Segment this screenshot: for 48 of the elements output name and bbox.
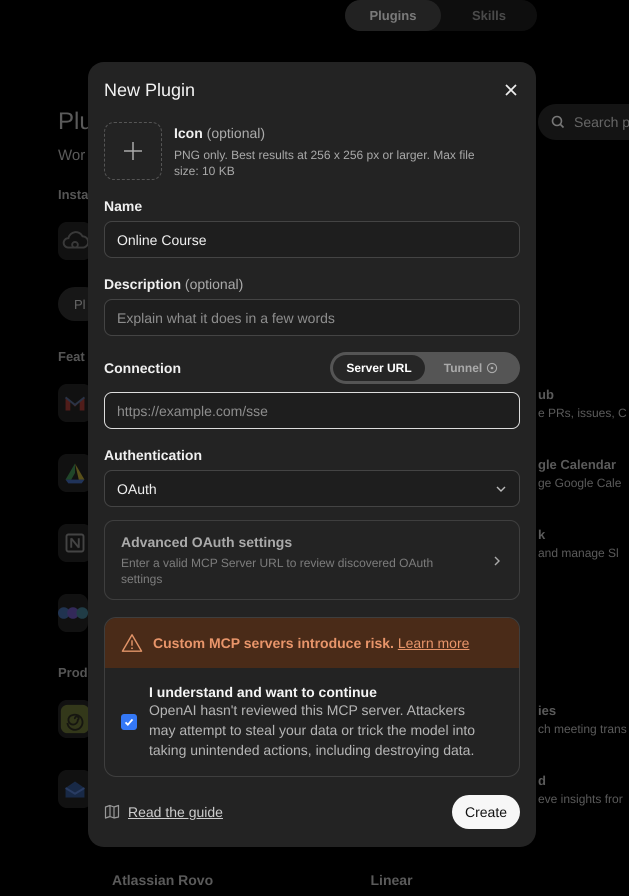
hint-text: PNG only. Best results at 256 x 256 px or larger. Max file size: 10 KB [174, 147, 476, 179]
consent-title: I understand and want to continue [149, 684, 378, 700]
guide-link[interactable]: Read the guide [128, 804, 223, 820]
app-name: Atlassian Rovo [112, 872, 214, 888]
app-description: ge Google Cale [538, 476, 622, 490]
section-heading: Insta [58, 187, 88, 202]
dropdown[interactable]: OAuth [104, 470, 520, 507]
app-tile[interactable] [58, 594, 88, 632]
app-icons-icon [58, 607, 88, 619]
app-description: and manage Sl [538, 546, 620, 560]
app-description: e PRs, issues, C [538, 406, 628, 420]
dialog-title: New Plugin [104, 80, 196, 100]
warning-icon [121, 633, 143, 653]
settings-row[interactable]: Advanced OAuth settings Enter a valid MCP Server URL to review discovered OAuth settings [104, 520, 520, 600]
url-field[interactable]: https://example.com/sse [104, 392, 520, 429]
app-name: d [538, 772, 547, 788]
field-label: Name [104, 198, 144, 214]
segment-option[interactable]: Server URL [333, 355, 425, 381]
app-name: k [538, 526, 546, 542]
plus-icon [123, 141, 143, 161]
app-description: eve insights fror [538, 792, 624, 806]
learn-more-link[interactable]: Learn more [398, 635, 470, 651]
section-heading: Feat [58, 349, 85, 364]
text-field[interactable]: Explain what it does in a few words [104, 299, 520, 336]
text-field[interactable]: Online Course [104, 221, 520, 258]
app-description: ch meeting trans [538, 722, 628, 736]
settings-title: Advanced OAuth settings [121, 534, 294, 550]
section-heading: Prod [58, 665, 88, 680]
field-label: Authentication [104, 447, 203, 463]
consent-text: OpenAI hasn't reviewed this MCP server. Attackers may attempt to steal your data or trick the model into taking unintended actions, including destroying data. [149, 701, 476, 760]
app-name: Linear [370, 872, 414, 888]
tab[interactable]: Plugins [345, 0, 441, 31]
info-icon [486, 362, 498, 374]
app-name: ies [538, 702, 558, 718]
page-subtitle: Wor [58, 146, 86, 164]
settings-description: Enter a valid MCP Server URL to review discovered OAuth settings [121, 555, 434, 587]
upload-icon-button[interactable] [104, 122, 162, 180]
field-label: Icon (optional) [174, 125, 266, 141]
close-icon [504, 83, 518, 97]
warning-text: Custom MCP servers introduce risk. Learn more [153, 635, 470, 651]
field-label: Connection [104, 360, 181, 376]
checkbox[interactable] [121, 714, 137, 730]
book-icon [104, 804, 120, 820]
search-icon [550, 114, 566, 130]
create-button[interactable]: Create [452, 795, 520, 829]
field-label: Description (optional) [104, 276, 244, 292]
app-name: gle Calendar [538, 456, 618, 472]
app-name: ub [538, 386, 555, 402]
